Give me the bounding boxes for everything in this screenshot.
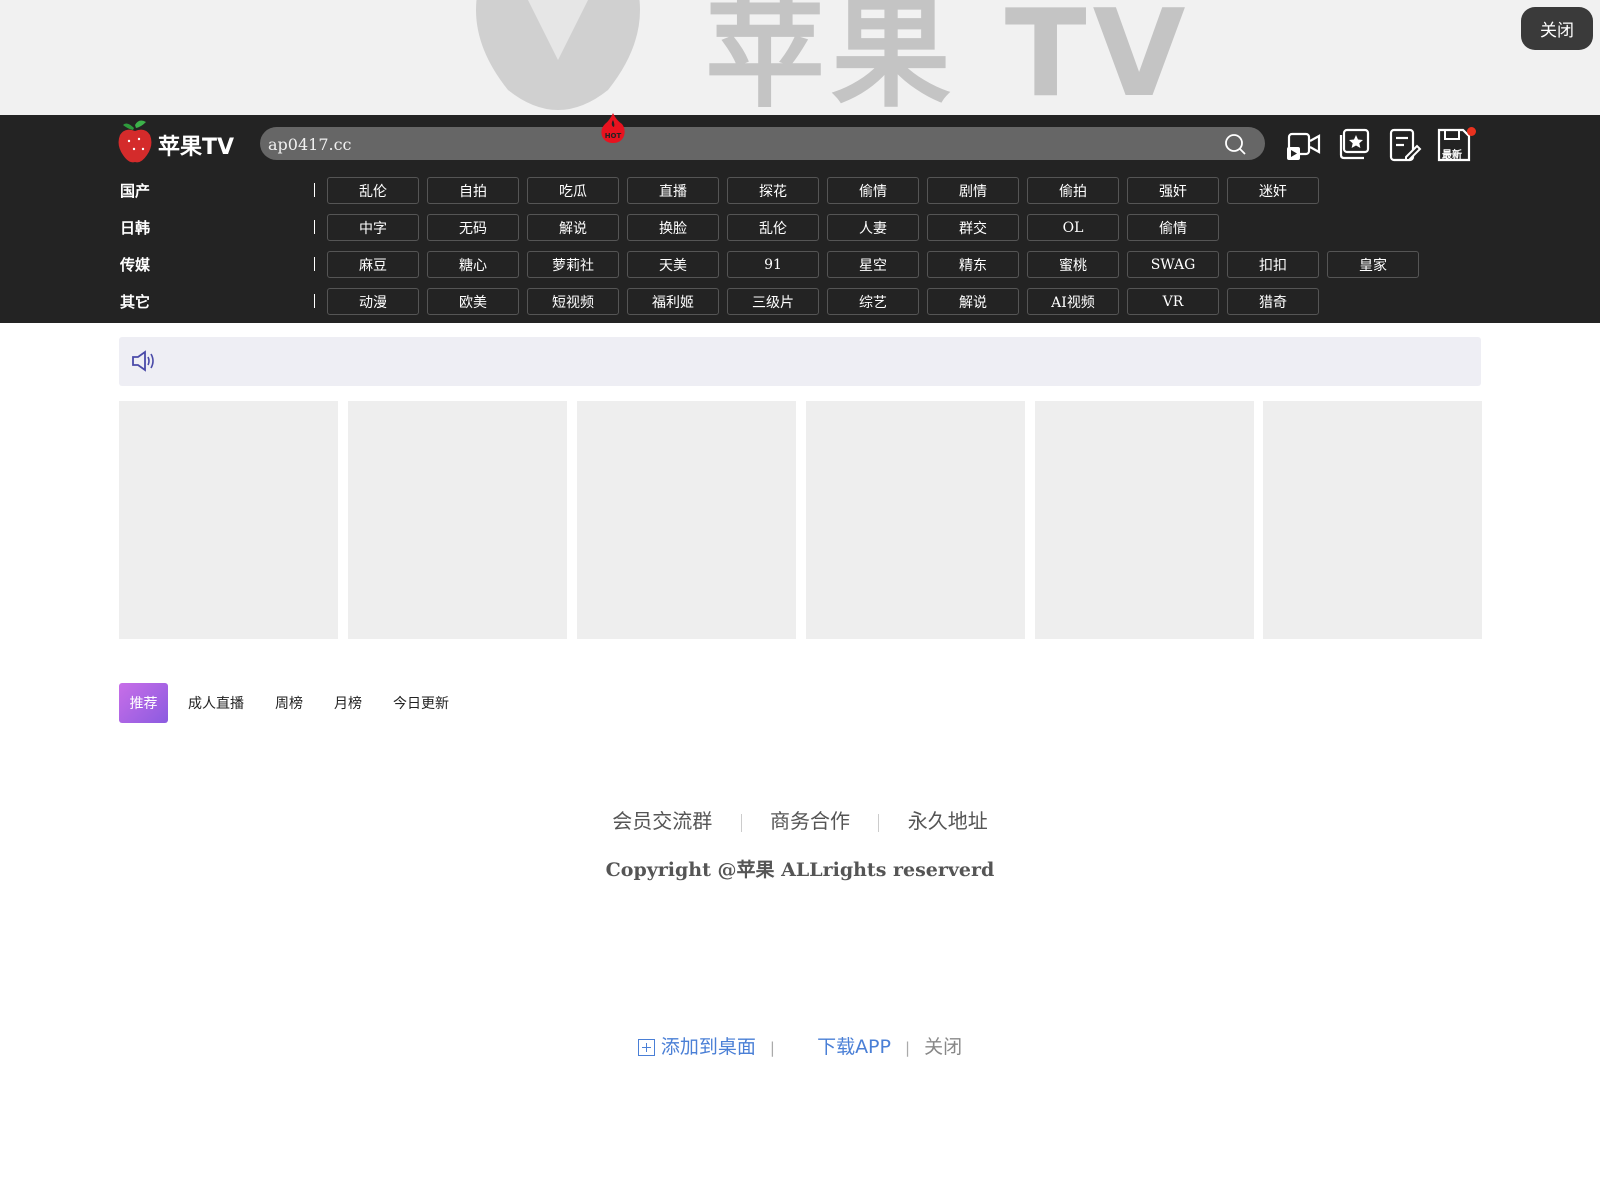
close-banner-button[interactable]: 关闭: [1521, 7, 1593, 50]
edit-note-icon[interactable]: [1386, 127, 1422, 163]
video-card-placeholder[interactable]: [1263, 401, 1482, 639]
site-header: 苹果TV 最新: [0, 115, 1600, 173]
category-row: 其它 动漫 欧美 短视频 福利姬 三级片 综艺 解说 AI视频 VR 猎奇: [0, 284, 1600, 320]
add-to-desktop-link[interactable]: 添加到桌面: [661, 1036, 756, 1058]
category-chip[interactable]: 乱伦: [327, 177, 419, 204]
category-chip[interactable]: 群交: [927, 214, 1019, 241]
category-chip[interactable]: 人妻: [827, 214, 919, 241]
bar-divider: |: [905, 1039, 911, 1057]
category-label[interactable]: 国产: [120, 180, 150, 201]
video-card-placeholder[interactable]: [806, 401, 1025, 639]
category-chip[interactable]: 无码: [427, 214, 519, 241]
category-chip[interactable]: SWAG: [1127, 251, 1219, 278]
bar-divider: |: [769, 1039, 775, 1057]
category-chip[interactable]: 短视频: [527, 288, 619, 315]
tab-monthly[interactable]: 月榜: [334, 683, 362, 723]
category-chip[interactable]: 蜜桃: [1027, 251, 1119, 278]
category-chip[interactable]: 天美: [627, 251, 719, 278]
category-chip[interactable]: 强奸: [1127, 177, 1219, 204]
category-chip[interactable]: 剧情: [927, 177, 1019, 204]
category-chip[interactable]: 麻豆: [327, 251, 419, 278]
category-divider: [314, 220, 315, 234]
search-input[interactable]: [266, 127, 1210, 162]
category-chip[interactable]: 皇家: [1327, 251, 1419, 278]
category-row: 传媒 麻豆 糖心 萝莉社 天美 91 星空 精东 蜜桃 SWAG 扣扣 皇家: [0, 247, 1600, 283]
business-link[interactable]: 商务合作: [770, 809, 850, 833]
member-group-link[interactable]: 会员交流群: [612, 809, 712, 833]
apple-watermark-icon: [476, 0, 640, 110]
top-banner-ad[interactable]: 苹果 TV: [0, 0, 1600, 115]
permanent-address-link[interactable]: 永久地址: [908, 809, 988, 833]
category-chip[interactable]: 猎奇: [1227, 288, 1319, 315]
hot-flame-icon: HOT: [601, 113, 625, 143]
category-chip[interactable]: 自拍: [427, 177, 519, 204]
video-icon[interactable]: [1286, 127, 1322, 163]
star-collection-icon[interactable]: [1336, 127, 1372, 163]
category-chip[interactable]: AI视频: [1027, 288, 1119, 315]
video-card-placeholder[interactable]: [348, 401, 567, 639]
category-label[interactable]: 其它: [120, 291, 150, 312]
category-chip[interactable]: 福利姬: [627, 288, 719, 315]
search-icon[interactable]: [1223, 132, 1247, 156]
category-chip[interactable]: 91: [727, 251, 819, 278]
category-chip[interactable]: 直播: [627, 177, 719, 204]
copyright: Copyright @苹果 ALLrights reserverd: [605, 859, 995, 881]
category-chip[interactable]: 精东: [927, 251, 1019, 278]
close-bottom-bar-link[interactable]: 关闭: [924, 1036, 962, 1058]
download-app-link[interactable]: 下载APP: [817, 1036, 891, 1058]
category-chip[interactable]: 星空: [827, 251, 919, 278]
category-divider: [314, 294, 315, 308]
banner-title: 苹果 TV: [705, 0, 1192, 115]
footer-divider: [878, 813, 880, 832]
category-chip[interactable]: 萝莉社: [527, 251, 619, 278]
hot-badge-label: HOT: [605, 132, 622, 140]
category-chip[interactable]: 偷情: [1127, 214, 1219, 241]
footer-links: 会员交流群 商务合作 永久地址: [0, 805, 1600, 834]
tab-today-updates[interactable]: 今日更新: [393, 683, 449, 723]
category-chip[interactable]: 扣扣: [1227, 251, 1319, 278]
bottom-action-bar: 添加到桌面 | 下载APP | 关闭: [0, 1032, 1600, 1059]
category-divider: [314, 183, 315, 197]
search-bar[interactable]: [260, 127, 1265, 162]
category-chip[interactable]: 糖心: [427, 251, 519, 278]
latest-badge-label: 最新: [1442, 150, 1462, 161]
category-chip[interactable]: VR: [1127, 288, 1219, 315]
site-name[interactable]: 苹果TV: [158, 129, 234, 161]
category-chip[interactable]: 偷拍: [1027, 177, 1119, 204]
video-card-placeholder[interactable]: [119, 401, 338, 639]
category-divider: [314, 257, 315, 271]
category-chip[interactable]: 欧美: [427, 288, 519, 315]
speaker-icon: [132, 350, 154, 372]
footer-divider: [740, 813, 742, 832]
category-chip[interactable]: 三级片: [727, 288, 819, 315]
apple-logo-icon[interactable]: [117, 119, 153, 165]
category-chip[interactable]: 迷奸: [1227, 177, 1319, 204]
video-card-placeholder[interactable]: [577, 401, 796, 639]
category-chip[interactable]: 解说: [927, 288, 1019, 315]
tab-live[interactable]: 成人直播: [188, 683, 244, 723]
notification-dot: [1467, 127, 1476, 136]
category-chip[interactable]: 综艺: [827, 288, 919, 315]
category-chip[interactable]: 探花: [727, 177, 819, 204]
category-chip[interactable]: 解说: [527, 214, 619, 241]
category-nav: 国产 乱伦 自拍 吃瓜 直播 探花 偷情 剧情 偷拍 强奸 迷奸 日韩 中字 无…: [0, 173, 1600, 323]
category-row: 国产 乱伦 自拍 吃瓜 直播 探花 偷情 剧情 偷拍 强奸 迷奸: [0, 173, 1600, 209]
category-label[interactable]: 日韩: [120, 217, 150, 238]
tab-recommended[interactable]: 推荐: [119, 683, 168, 723]
category-label[interactable]: 传媒: [120, 254, 150, 275]
plus-icon[interactable]: [637, 1039, 655, 1056]
category-chip[interactable]: 乱伦: [727, 214, 819, 241]
category-chip[interactable]: 动漫: [327, 288, 419, 315]
announcement-bar: [119, 337, 1481, 386]
category-chip[interactable]: 换脸: [627, 214, 719, 241]
tab-weekly[interactable]: 周榜: [275, 683, 303, 723]
category-chip[interactable]: 中字: [327, 214, 419, 241]
video-card-placeholder[interactable]: [1035, 401, 1254, 639]
category-chip[interactable]: 吃瓜: [527, 177, 619, 204]
category-row: 日韩 中字 无码 解说 换脸 乱伦 人妻 群交 OL 偷情: [0, 210, 1600, 246]
category-chip[interactable]: OL: [1027, 214, 1119, 241]
category-chip[interactable]: 偷情: [827, 177, 919, 204]
